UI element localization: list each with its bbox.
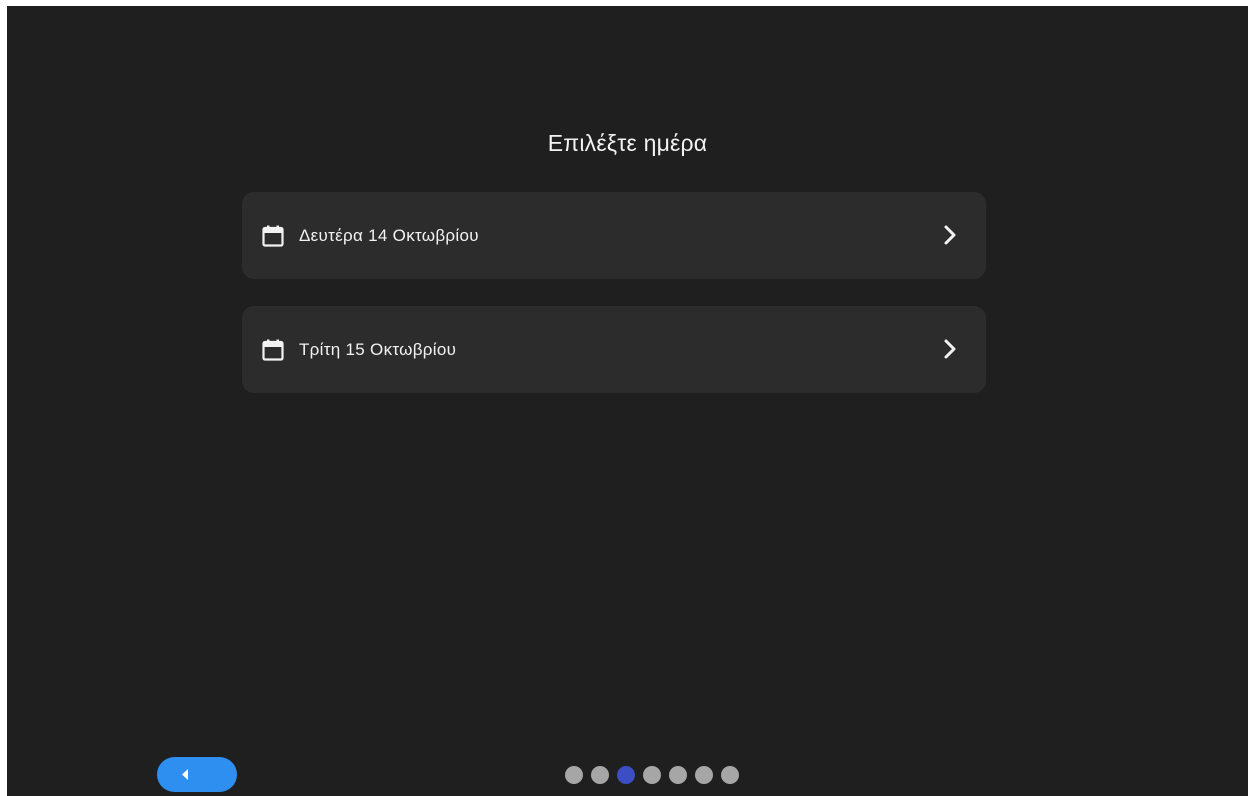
- caret-left-icon: [182, 769, 188, 780]
- calendar-icon: [262, 225, 284, 247]
- page-title: Επιλέξτε ημέρα: [547, 130, 708, 156]
- chevron-right-icon: [944, 339, 956, 359]
- step-dot: [695, 766, 713, 784]
- calendar-icon: [262, 339, 284, 361]
- day-list: Δευτέρα 14 Οκτωβρίου Τρίτη 15 Οκτωβρίου: [242, 192, 986, 420]
- step-dot: [721, 766, 739, 784]
- step-dot: [591, 766, 609, 784]
- day-option-monday[interactable]: Δευτέρα 14 Οκτωβρίου: [242, 192, 986, 279]
- back-button[interactable]: [157, 757, 237, 792]
- step-dot: [565, 766, 583, 784]
- day-option-label: Τρίτη 15 Οκτωβρίου: [299, 340, 457, 359]
- step-dot: [669, 766, 687, 784]
- step-dot-active: [617, 766, 635, 784]
- screen: Επιλέξτε ημέρα Δευτέρα 14 Οκτωβρίου Τρίτ…: [7, 6, 1248, 796]
- step-indicator: [565, 766, 739, 784]
- day-option-label: Δευτέρα 14 Οκτωβρίου: [299, 226, 479, 245]
- day-option-tuesday[interactable]: Τρίτη 15 Οκτωβρίου: [242, 306, 986, 393]
- step-dot: [643, 766, 661, 784]
- chevron-right-icon: [944, 225, 956, 245]
